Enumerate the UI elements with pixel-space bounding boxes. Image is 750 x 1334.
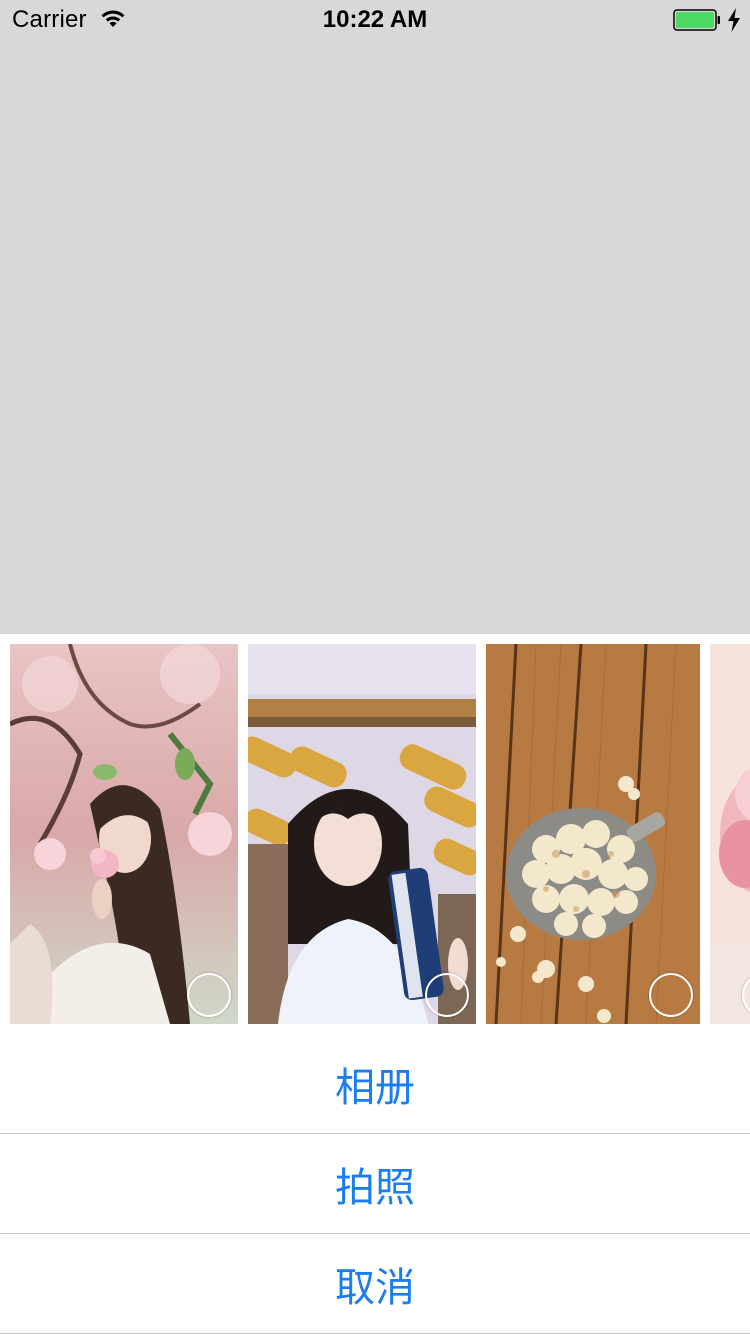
album-button-label: 相册 <box>335 1064 415 1111</box>
screen: Carrier 10:22 AM 相册 拍照 取消 <box>0 0 750 1334</box>
photo-thumbnail-2[interactable] <box>248 644 476 1024</box>
battery-icon <box>673 9 720 31</box>
take-photo-button[interactable]: 拍照 <box>0 1134 750 1234</box>
clock: 10:22 AM <box>322 6 428 33</box>
photo-popcorn <box>486 644 700 1024</box>
select-circle-3[interactable] <box>649 973 693 1017</box>
photo-pink-flower <box>710 644 750 1024</box>
photo-girl-book <box>248 644 476 1024</box>
select-circle-2[interactable] <box>425 973 469 1017</box>
cancel-button-label: 取消 <box>335 1264 415 1311</box>
photo-action-sheet: 相册 拍照 取消 <box>0 634 750 1334</box>
photo-thumbnail-3[interactable] <box>486 644 700 1024</box>
cancel-button[interactable]: 取消 <box>0 1234 750 1334</box>
take-photo-button-label: 拍照 <box>335 1164 415 1211</box>
photo-girl-blossoms <box>10 644 238 1024</box>
photo-thumbnail-4[interactable] <box>710 644 750 1024</box>
album-button[interactable]: 相册 <box>0 1034 750 1134</box>
photo-strip[interactable] <box>0 644 750 1024</box>
charging-bolt-icon <box>728 8 740 32</box>
photo-thumbnail-1[interactable] <box>10 644 238 1024</box>
status-bar: Carrier 10:22 AM <box>0 0 750 40</box>
select-circle-1[interactable] <box>187 973 231 1017</box>
